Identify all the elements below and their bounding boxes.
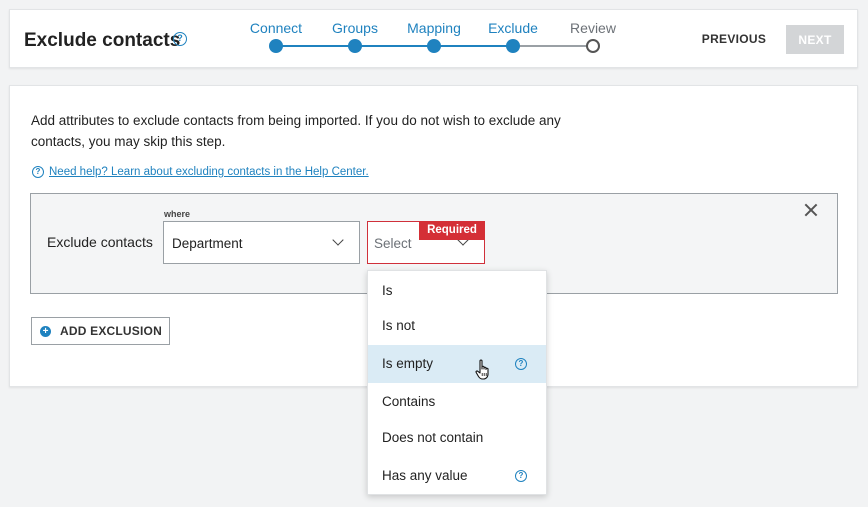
previous-button[interactable]: PREVIOUS (696, 24, 772, 54)
close-icon[interactable] (803, 202, 819, 218)
option-label: Has any value (382, 468, 468, 483)
step-connector (434, 45, 514, 47)
dropdown-option-contains[interactable]: Contains (368, 383, 546, 421)
step-connector (355, 45, 435, 47)
attribute-select[interactable]: Department (163, 221, 360, 264)
intro-text: Add attributes to exclude contacts from … (31, 113, 561, 149)
step-label-mapping: Mapping (407, 20, 461, 36)
dropdown-option-has-any-value[interactable]: Has any value ? (368, 457, 546, 495)
step-dot-groups (348, 39, 362, 53)
step-dot-connect (269, 39, 283, 53)
question-circle-icon[interactable]: ? (515, 470, 527, 482)
operator-select-placeholder: Select (374, 236, 412, 251)
option-label: Is not (382, 318, 416, 333)
required-badge: Required (419, 221, 485, 240)
dropdown-option-is-empty[interactable]: Is empty ? (368, 345, 546, 383)
step-connector (276, 45, 356, 47)
option-label: Does not contain (382, 430, 484, 445)
add-exclusion-button[interactable]: + ADD EXCLUSION (31, 317, 170, 345)
operator-select[interactable]: Select Required (367, 221, 485, 264)
next-button[interactable]: NEXT (786, 25, 844, 54)
step-dot-mapping (427, 39, 441, 53)
where-label: where (164, 209, 191, 219)
dropdown-option-does-not-contain[interactable]: Does not contain (368, 419, 546, 457)
help-center-link[interactable]: Need help? Learn about excluding contact… (49, 166, 369, 178)
question-circle-icon[interactable]: ? (515, 358, 527, 370)
exclusion-row-label: Exclude contacts (47, 234, 153, 250)
step-label-exclude: Exclude (488, 20, 538, 36)
operator-dropdown-menu: Is Is not Is empty ? Contains Does not c… (367, 270, 547, 495)
attribute-select-value: Department (172, 236, 243, 251)
dropdown-option-is[interactable]: Is (368, 272, 546, 310)
add-exclusion-label: ADD EXCLUSION (60, 324, 162, 338)
step-label-groups: Groups (332, 20, 378, 36)
hand-pointer-icon (475, 359, 489, 380)
step-dot-exclude (506, 39, 520, 53)
chevron-down-icon (332, 234, 344, 246)
dropdown-option-is-not[interactable]: Is not (368, 307, 546, 345)
step-label-connect: Connect (249, 20, 303, 36)
wizard-header: Exclude contacts ? Connect Groups Mappin… (9, 9, 858, 68)
option-label: Is (382, 283, 393, 298)
option-label: Is empty (382, 356, 434, 371)
help-link-row[interactable]: ? Need help? Learn about excluding conta… (32, 166, 369, 178)
plus-circle-icon: + (40, 325, 51, 337)
question-circle-icon: ? (32, 166, 44, 178)
option-label: Contains (382, 394, 436, 409)
step-connector (513, 45, 593, 47)
step-label-review: Review (570, 20, 616, 36)
step-dot-review (586, 39, 600, 53)
